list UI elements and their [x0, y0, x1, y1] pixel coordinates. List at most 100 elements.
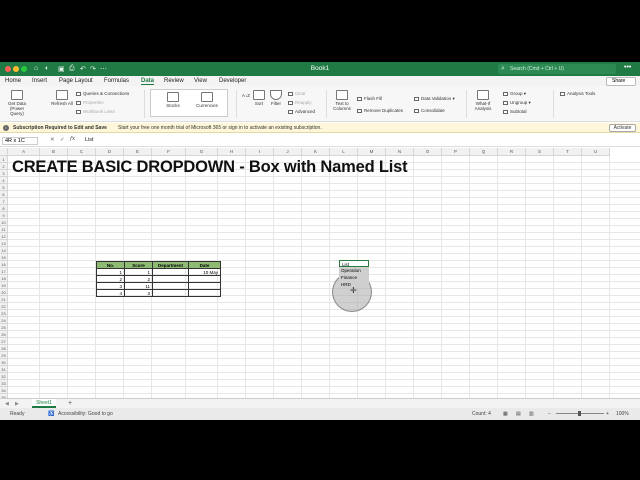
formula-input[interactable]: List — [85, 137, 94, 143]
zoom-level[interactable]: 100% — [616, 408, 629, 420]
sort-ascending-button[interactable]: A↓Z — [241, 92, 251, 98]
tab-page-layout[interactable]: Page Layout — [59, 78, 93, 84]
tab-review[interactable]: Review — [164, 78, 184, 84]
row-header[interactable]: 24 — [0, 317, 8, 324]
table-cell[interactable]: 3 — [124, 289, 153, 297]
column-header[interactable]: Q — [470, 148, 498, 156]
tab-insert[interactable]: Insert — [32, 78, 47, 84]
list-item[interactable]: Operation — [339, 267, 369, 274]
row-header[interactable]: 22 — [0, 303, 8, 310]
filter-button[interactable]: Filter — [268, 90, 284, 106]
column-header[interactable]: L — [330, 148, 358, 156]
text-to-columns-button[interactable]: Text to Columns — [330, 90, 354, 111]
prev-sheet-icon[interactable]: ◀ — [5, 401, 9, 407]
analysis-tools-button[interactable]: Analysis Tools — [560, 91, 595, 96]
confirm-entry-icon[interactable]: ✓ — [60, 137, 65, 143]
data-validation-button[interactable]: Data Validation ▾ — [414, 96, 455, 102]
get-data-button[interactable]: Get Data (Power Query) — [3, 90, 31, 116]
zoom-window-button[interactable] — [21, 66, 27, 72]
cancel-entry-icon[interactable]: ✕ — [50, 137, 55, 143]
workbook-links-button[interactable]: Workbook Links — [76, 109, 115, 114]
sheet-tab-sheet1[interactable]: Sheet1 — [32, 399, 56, 408]
column-header[interactable]: F — [152, 148, 186, 156]
column-header[interactable]: B — [40, 148, 68, 156]
minimize-window-button[interactable] — [13, 66, 19, 72]
zoom-out-icon[interactable]: − — [548, 408, 551, 420]
row-header[interactable]: 12 — [0, 233, 8, 240]
row-header[interactable]: 20 — [0, 289, 8, 296]
column-header[interactable]: S — [526, 148, 554, 156]
row-header[interactable]: 13 — [0, 240, 8, 247]
column-header[interactable]: I — [246, 148, 274, 156]
table-header-cell[interactable]: Date — [188, 261, 221, 269]
home-icon[interactable]: ⌂ — [34, 65, 38, 72]
column-header[interactable]: C — [68, 148, 96, 156]
table-cell[interactable]: 1 — [124, 268, 153, 276]
table-header-cell[interactable]: Score — [124, 261, 153, 269]
search-box[interactable]: ⌕ Search (Cmd + Ctrl + U) — [498, 64, 616, 74]
queries-connections-button[interactable]: Queries & Connections — [76, 91, 129, 96]
table-cell[interactable] — [152, 282, 189, 290]
tab-view[interactable]: View — [194, 78, 207, 84]
row-header[interactable]: 17 — [0, 268, 8, 275]
sort-button[interactable]: Sort — [252, 90, 266, 106]
more-options-icon[interactable]: ••• — [624, 64, 631, 71]
row-header[interactable]: 23 — [0, 310, 8, 317]
name-box[interactable]: 4R x 1C — [2, 137, 38, 145]
next-sheet-icon[interactable]: ▶ — [15, 401, 19, 407]
row-header[interactable]: 29 — [0, 352, 8, 359]
page-break-view-icon[interactable]: ▥ — [529, 408, 534, 420]
accessibility-status[interactable]: Accessibility: Good to go — [58, 408, 113, 420]
undo-icon[interactable]: ↶ — [80, 65, 86, 73]
row-header[interactable]: 25 — [0, 324, 8, 331]
consolidate-button[interactable]: Consolidate — [414, 108, 445, 113]
accessibility-icon[interactable]: ♿ — [48, 408, 54, 420]
row-header[interactable]: 10 — [0, 219, 8, 226]
row-header[interactable]: 2 — [0, 163, 8, 170]
column-header[interactable]: D — [96, 148, 124, 156]
column-header[interactable]: H — [218, 148, 246, 156]
row-header[interactable]: 34 — [0, 387, 8, 394]
column-header[interactable]: M — [358, 148, 386, 156]
row-header[interactable]: 19 — [0, 282, 8, 289]
row-header[interactable]: 5 — [0, 184, 8, 191]
normal-view-icon[interactable]: ▦ — [503, 408, 508, 420]
flash-fill-button[interactable]: Flash Fill — [357, 96, 382, 101]
table-cell[interactable]: 3 — [96, 282, 125, 290]
ungroup-button[interactable]: Ungroup ▾ — [503, 100, 531, 106]
tab-developer[interactable]: Developer — [219, 78, 246, 84]
row-header[interactable]: 30 — [0, 359, 8, 366]
stocks-button[interactable]: Stocks — [160, 92, 186, 108]
subtotal-button[interactable]: Subtotal — [503, 109, 527, 114]
row-header[interactable]: 3 — [0, 170, 8, 177]
table-cell[interactable]: 1 — [96, 268, 125, 276]
remove-duplicates-button[interactable]: Remove Duplicates — [357, 108, 403, 113]
table-cell[interactable] — [188, 282, 221, 290]
column-header[interactable]: G — [186, 148, 218, 156]
table-cell[interactable] — [152, 289, 189, 297]
clear-filter-button[interactable]: Clear — [288, 91, 306, 96]
add-sheet-icon[interactable]: + — [68, 400, 72, 407]
table-cell[interactable] — [152, 275, 189, 283]
row-header[interactable]: 1 — [0, 156, 8, 163]
column-header[interactable]: A — [8, 148, 40, 156]
tab-home[interactable]: Home — [5, 78, 21, 84]
table-cell[interactable]: 2 — [96, 275, 125, 283]
row-header[interactable]: 14 — [0, 247, 8, 254]
close-window-button[interactable] — [5, 66, 11, 72]
table-cell[interactable] — [188, 289, 221, 297]
row-header[interactable]: 26 — [0, 331, 8, 338]
table-cell[interactable] — [188, 275, 221, 283]
spreadsheet-grid[interactable]: A B C D E F G H I J K L M N O P Q R S T U 1 2 3 4 5 6 7 8 9 10 11 12 13 14… — [0, 148, 640, 406]
table-cell[interactable]: 2 — [124, 275, 153, 283]
column-header[interactable]: U — [582, 148, 610, 156]
list-item[interactable]: List — [339, 260, 369, 267]
column-header[interactable]: R — [498, 148, 526, 156]
row-header[interactable]: 31 — [0, 366, 8, 373]
what-if-analysis-button[interactable]: What-If Analysis — [470, 90, 496, 111]
column-header[interactable]: K — [302, 148, 330, 156]
table-header-cell[interactable]: Department — [152, 261, 189, 269]
column-header[interactable]: T — [554, 148, 582, 156]
tab-formulas[interactable]: Formulas — [104, 78, 129, 84]
table-cell[interactable] — [152, 268, 189, 276]
